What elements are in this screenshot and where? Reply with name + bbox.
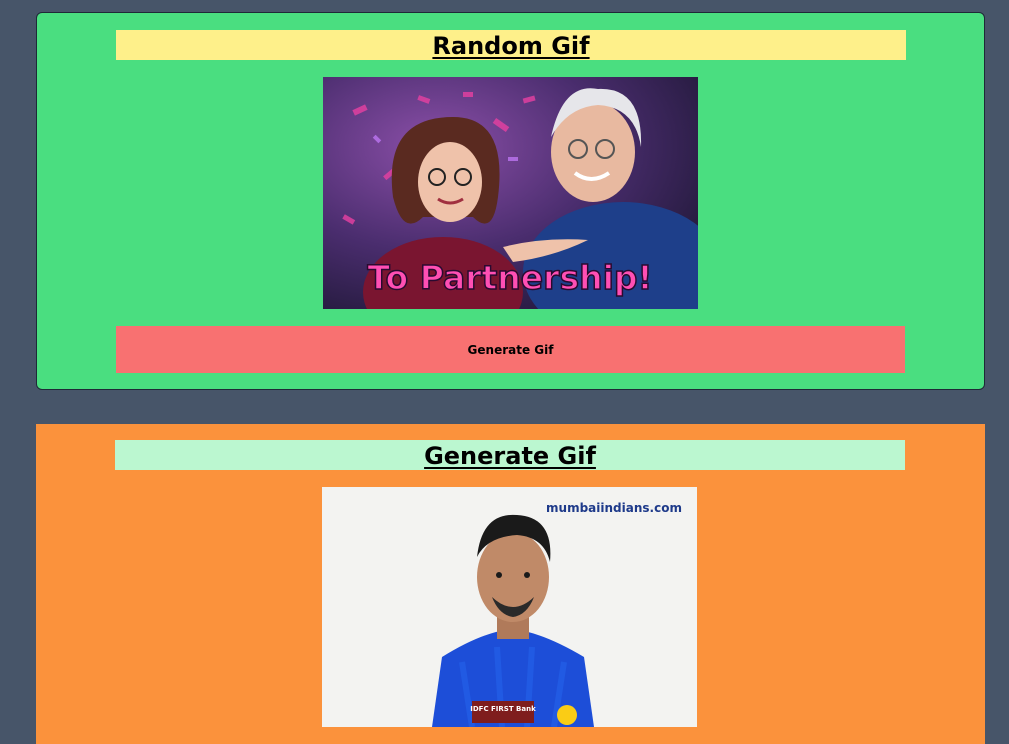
- random-gif-title: Random Gif: [116, 30, 906, 60]
- jersey-sponsor-text: IDFC FIRST Bank: [470, 705, 536, 713]
- tag-gif-title: Generate Gif: [115, 440, 905, 470]
- generate-gif-button[interactable]: Generate Gif: [116, 326, 905, 373]
- tag-gif-card: Generate Gif mumbaiindians.com IDFC FIRS…: [36, 424, 985, 744]
- random-gif-image: To Partnership!: [323, 77, 698, 309]
- random-gif-card: Random Gif To Partnership! Generate Gif: [36, 12, 985, 390]
- gif-watermark-text: mumbaiindians.com: [546, 501, 682, 515]
- tag-gif-image: mumbaiindians.com IDFC FIRST Bank: [322, 487, 697, 727]
- gif-caption-text: To Partnership!: [367, 258, 652, 297]
